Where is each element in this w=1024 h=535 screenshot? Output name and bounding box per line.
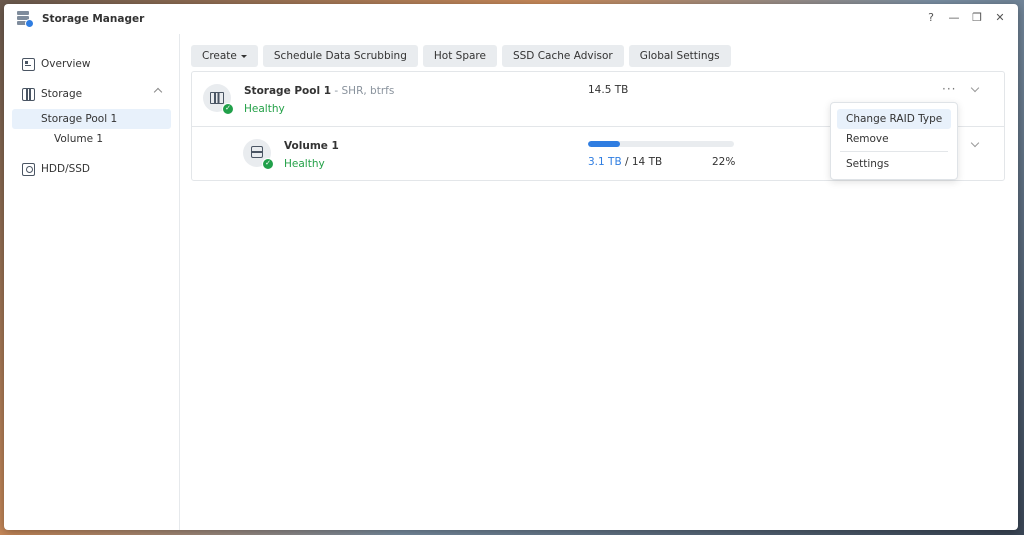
- toolbar: Create Schedule Data Scrubbing Hot Spare…: [191, 45, 731, 67]
- sidebar-item-hdd-ssd[interactable]: HDD/SSD: [4, 154, 179, 184]
- healthy-check-icon: ✓: [262, 158, 274, 170]
- minimize-icon[interactable]: —: [948, 11, 960, 25]
- sidebar-item-label: Storage: [41, 88, 82, 100]
- ssd-cache-advisor-button[interactable]: SSD Cache Advisor: [502, 45, 624, 67]
- sidebar-item-storage[interactable]: Storage: [4, 79, 179, 109]
- menu-divider: [840, 151, 948, 152]
- pool-meta: - SHR, btrfs: [331, 85, 394, 97]
- maximize-icon[interactable]: ❐: [971, 11, 983, 25]
- storage-manager-app-icon: [16, 10, 34, 28]
- hdd-icon: [22, 163, 35, 176]
- sidebar-item-storage-pool-1[interactable]: Storage Pool 1: [12, 109, 171, 129]
- caret-down-icon: [241, 55, 247, 58]
- schedule-data-scrubbing-button[interactable]: Schedule Data Scrubbing: [263, 45, 418, 67]
- title-bar: Storage Manager ? — ❐ ✕: [4, 4, 1018, 34]
- menu-item-remove[interactable]: Remove: [837, 129, 951, 149]
- pool-status: Healthy: [244, 103, 285, 115]
- volume-usage-percent: 22%: [712, 156, 735, 168]
- storage-manager-window: Storage Manager ? — ❐ ✕ Overview Storage…: [4, 4, 1018, 530]
- global-settings-button[interactable]: Global Settings: [629, 45, 731, 67]
- create-button-label: Create: [202, 50, 237, 62]
- chevron-down-icon[interactable]: [971, 139, 979, 147]
- main-content: Create Schedule Data Scrubbing Hot Spare…: [181, 34, 1018, 530]
- menu-item-settings[interactable]: Settings: [837, 154, 951, 174]
- volume-usage-fill: [588, 141, 620, 147]
- sidebar-item-volume-1[interactable]: Volume 1: [12, 129, 171, 149]
- storage-icon: [22, 88, 35, 101]
- sidebar: Overview Storage Storage Pool 1 Volume 1…: [4, 34, 180, 530]
- sidebar-item-overview[interactable]: Overview: [4, 49, 179, 79]
- volume-name: Volume 1: [284, 140, 339, 152]
- volume-status: Healthy: [284, 158, 325, 170]
- pool-capacity: 14.5 TB: [588, 84, 628, 96]
- pool-name: Storage Pool 1 - SHR, btrfs: [244, 85, 394, 97]
- context-menu: Change RAID Type Remove Settings: [830, 102, 958, 180]
- more-options-icon[interactable]: ···: [942, 82, 956, 96]
- volume-used: 3.1 TB: [588, 156, 622, 168]
- create-button[interactable]: Create: [191, 45, 258, 67]
- volume-total: 14 TB: [632, 156, 662, 168]
- chevron-up-icon[interactable]: [154, 88, 162, 96]
- menu-item-change-raid-type[interactable]: Change RAID Type: [837, 109, 951, 129]
- chevron-down-icon[interactable]: [971, 84, 979, 92]
- hot-spare-button[interactable]: Hot Spare: [423, 45, 497, 67]
- window-title: Storage Manager: [42, 13, 144, 25]
- overview-icon: [22, 58, 35, 71]
- help-icon[interactable]: ?: [925, 11, 937, 25]
- sidebar-item-label: HDD/SSD: [41, 163, 90, 175]
- volume-icon: ✓: [243, 139, 271, 167]
- sidebar-item-label: Overview: [41, 58, 90, 70]
- close-icon[interactable]: ✕: [994, 11, 1006, 25]
- healthy-check-icon: ✓: [222, 103, 234, 115]
- window-controls: ? — ❐ ✕: [925, 11, 1006, 25]
- volume-usage-text: 3.1 TB / 14 TB: [588, 156, 662, 168]
- volume-usage-bar: [588, 141, 734, 147]
- storage-pool-icon: ✓: [203, 84, 231, 112]
